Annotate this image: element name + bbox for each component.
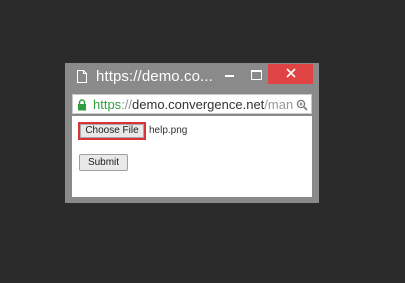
lock-icon xyxy=(77,98,87,111)
maximize-icon xyxy=(250,70,262,80)
maximize-button[interactable] xyxy=(244,65,268,85)
url-path: /man xyxy=(264,97,293,112)
window-title: https://demo.co... xyxy=(96,68,213,85)
minimize-button[interactable] xyxy=(217,65,241,85)
address-bar[interactable]: https://demo.convergence.net/man xyxy=(72,94,312,114)
zoom-icon[interactable] xyxy=(296,98,308,111)
close-button[interactable] xyxy=(268,64,313,84)
url-scheme: https xyxy=(93,97,122,112)
url-text: https://demo.convergence.net/man xyxy=(93,96,293,113)
selected-file-name: help.png xyxy=(149,125,188,136)
url-separator: :// xyxy=(121,97,133,112)
title-bar[interactable]: https://demo.co... xyxy=(65,63,319,91)
minimize-icon xyxy=(224,75,234,77)
page-icon xyxy=(77,70,87,83)
url-host: demo.convergence.net xyxy=(132,97,265,112)
close-icon xyxy=(285,65,296,83)
choose-file-button[interactable]: Choose File xyxy=(78,122,146,140)
page-content: Choose File help.png Submit xyxy=(72,116,312,197)
browser-popup-window: https://demo.co... https://demo.converge… xyxy=(65,63,319,203)
submit-button[interactable]: Submit xyxy=(79,154,128,171)
